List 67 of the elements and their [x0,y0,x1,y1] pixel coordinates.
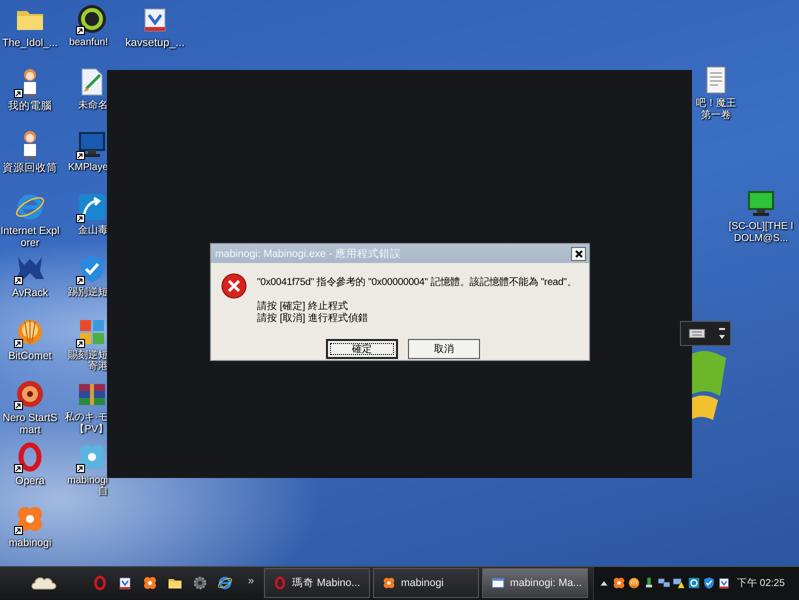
icon-label: Nero StartSmart [2,412,58,436]
tray-button[interactable] [717,576,731,590]
icon-label: Opera [15,474,45,487]
quick-launch-button[interactable] [217,575,233,592]
ring-icon [273,576,287,590]
dialog-button[interactable]: 確定 [326,339,398,359]
tray-button[interactable] [612,576,626,590]
icon-label: mabinogi自 [66,474,108,498]
error-icon [221,273,247,299]
shield-icon [702,576,716,590]
package-icon [717,576,731,590]
cloud-icon[interactable] [31,575,57,592]
tray-button[interactable] [627,576,641,590]
overflow-chevron[interactable]: » [248,575,254,588]
taskbar-button[interactable]: mabinogi: Ma... [482,568,588,598]
disc-icon [14,378,46,410]
ball-icon [627,576,641,590]
quick-launch-button[interactable] [117,575,133,592]
dialog-button[interactable]: 取消 [408,339,480,359]
quick-launch-button[interactable] [142,575,158,592]
icon-label: 金山毒 [78,224,108,236]
icon-label: 踢別逆短 [68,287,108,298]
ring-icon [92,575,108,592]
error-message: "0x0041f75d" 指令參考的 "0x00000004" 記憶體。該記憶體不能為 "read"。 [257,276,577,289]
icon-label: AvRack [12,287,48,300]
flower-icon [142,575,158,592]
icon-label: Internet Explorer [0,224,60,249]
quick-launch-button[interactable] [192,575,208,592]
close-button[interactable] [571,246,586,260]
dialog-title: mabinogi: Mabinogi.exe - 應用程式錯誤 [215,246,402,260]
icon-label: BitComet [8,350,52,362]
warning-icon [672,576,686,590]
keyboard-icon [689,329,705,338]
tray-button[interactable] [687,576,701,590]
taskbar-button[interactable]: 瑪奇 Mabino... [264,568,370,598]
icon-label: 未命名 [78,100,108,111]
tray-button[interactable] [657,576,671,590]
language-bar[interactable] [680,321,731,346]
icon-label: KMPlaye [68,162,108,174]
tray-button[interactable] [702,576,716,590]
close-icon [574,250,582,258]
instruction-text: 請按 [取消] 進行程式偵錯 [257,313,370,325]
down-arrow-icon[interactable] [719,335,725,339]
clock: 下午 02:25 [737,577,785,590]
gear-icon [192,575,208,592]
icon-label: 賜刻逆短寄港 [67,350,108,372]
network-icon [657,576,671,590]
icon-label: mabinogi [8,537,52,550]
icon-label: kavsetup_... [125,37,185,50]
icon-label: 我的電腦 [8,100,52,112]
wallpaper-logo-drawing [692,350,726,422]
window-icon [491,576,505,590]
icon-label: 資源回收筒 [2,162,58,174]
icon-label: [SC-OL][THE IDOLM@S... [728,221,794,244]
icon-label: 吧！魔王第一卷 [695,98,737,121]
tray-button[interactable] [672,576,686,590]
globe-icon [217,575,233,592]
icon-label: beanfun! [69,37,108,48]
flower-icon [382,576,396,590]
package-icon [117,575,133,592]
taskbar-button[interactable]: mabinogi [373,568,479,598]
icon-label: The_Idol_... [2,37,58,50]
instruction-text: 請按 [確定] 終止程式 [257,301,350,312]
disc-icon [76,3,108,35]
app-icon [687,576,701,590]
flower-icon [612,576,626,590]
icon-label: 私のキ·モ【PV】 [64,412,108,435]
